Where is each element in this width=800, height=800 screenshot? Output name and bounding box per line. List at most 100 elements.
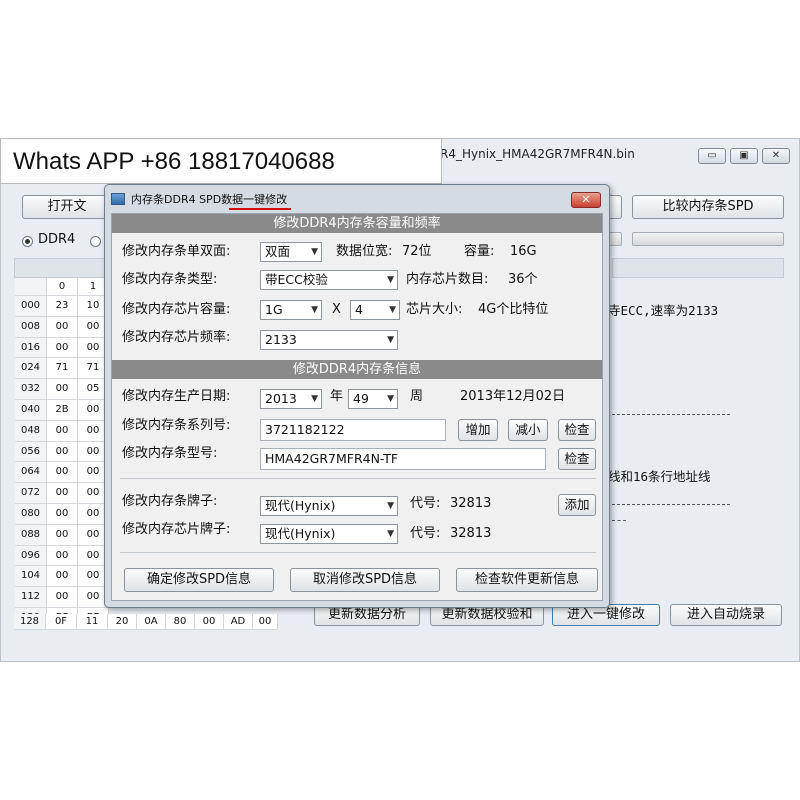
dialog-close-button[interactable]: ✕: [571, 192, 601, 208]
capacity-label: 容量:: [464, 244, 495, 259]
week-select[interactable]: 49 ▼: [348, 389, 398, 409]
window-close-button[interactable]: ✕: [762, 148, 790, 164]
dialog-title: 内存条DDR4 SPD数据一键修改: [131, 193, 288, 206]
contact-overlay: Whats APP +86 18817040688: [0, 138, 442, 184]
grid-row-address: 128: [14, 614, 46, 630]
grid-row-address: 024: [15, 358, 47, 380]
brand-value: 现代(Hynix): [265, 498, 336, 513]
info-header: [612, 258, 784, 278]
dashed-divider: [612, 414, 730, 415]
grid-cell: 00: [47, 545, 78, 567]
rank-value: 双面: [265, 244, 291, 259]
chip-count-value: 36个: [508, 272, 538, 287]
chevron-down-icon: ▼: [387, 394, 394, 404]
rank-select[interactable]: 双面 ▼: [260, 242, 322, 262]
frequency-label: 修改内存芯片频率:: [122, 330, 231, 345]
grid-row-address: 112: [15, 587, 47, 608]
chip-size-label: 芯片大小:: [406, 302, 463, 317]
grid-cell: 0A: [137, 614, 166, 630]
check-update-button[interactable]: 检查软件更新信息: [456, 568, 598, 592]
capacity-value: 16G: [510, 244, 537, 259]
grid-column-header: 0: [47, 278, 78, 296]
chip-brand-code-label: 代号:: [410, 526, 441, 541]
check-model-button[interactable]: 检查: [558, 448, 596, 470]
week-value: 49: [353, 391, 369, 406]
grid-row-address: 000: [15, 296, 47, 317]
chip-brand-value: 现代(Hynix): [265, 526, 336, 541]
dashed-divider: [612, 504, 730, 505]
section-capacity-header: 修改DDR4内存条容量和频率: [112, 214, 602, 233]
add-brand-button[interactable]: 添加: [558, 494, 596, 516]
chip-count-label: 内存芯片数目:: [406, 272, 489, 287]
grid-cell: 2B: [47, 400, 78, 421]
chip-capacity-value: 1G: [265, 302, 283, 317]
maximize-button[interactable]: ▣: [730, 148, 758, 164]
bus-width-value: 72位: [402, 244, 432, 259]
chip-brand-label: 修改内存芯片牌子:: [122, 522, 231, 537]
grid-cell: AD: [224, 614, 253, 630]
grid-toolbar: [14, 258, 108, 278]
minimize-button[interactable]: ▭: [698, 148, 726, 164]
ddr4-label: DDR4: [38, 232, 76, 247]
grid-cell: 00: [47, 483, 78, 504]
chevron-down-icon: ▼: [387, 501, 394, 511]
title-underline-mark: [229, 208, 291, 210]
compare-spd-button[interactable]: 比较内存条SPD: [632, 195, 784, 219]
main-window-title: R4_Hynix_HMA42GR7MFR4N.bin: [440, 147, 635, 161]
date-label: 修改内存生产日期:: [122, 389, 231, 404]
brand-label: 修改内存条牌子:: [122, 494, 218, 509]
model-label: 修改内存条型号:: [122, 446, 218, 461]
serial-label: 修改内存条系列号:: [122, 418, 231, 433]
grid-row-address: 056: [15, 441, 47, 463]
grid-cell: 00: [47, 420, 78, 442]
grid-row-address: 048: [15, 420, 47, 442]
dialog-body: 修改DDR4内存条容量和频率 修改内存条单双面: 双面 ▼ 数据位宽: 72位 容…: [111, 213, 603, 601]
grid-cell: 00: [47, 379, 78, 400]
divider: [120, 552, 596, 553]
open-file-button[interactable]: 打开文: [22, 195, 112, 219]
ddr3-radio[interactable]: [90, 236, 101, 247]
check-serial-button[interactable]: 检查: [558, 419, 596, 441]
confirm-spd-button[interactable]: 确定修改SPD信息: [124, 568, 274, 592]
grid-cell: 11: [77, 614, 108, 630]
chevron-down-icon: ▼: [387, 275, 394, 285]
dashed-divider: [612, 520, 626, 521]
chip-brand-select[interactable]: 现代(Hynix) ▼: [260, 524, 398, 544]
serial-input[interactable]: 3721182122: [260, 419, 446, 441]
grid-cell: 00: [47, 462, 78, 484]
grid-row-address: 080: [15, 504, 47, 525]
brand-code-label: 代号:: [410, 496, 441, 511]
grid-row-address: 088: [15, 524, 47, 546]
brand-select[interactable]: 现代(Hynix) ▼: [260, 496, 398, 516]
spd-modify-dialog: 内存条DDR4 SPD数据一键修改 ✕ 修改DDR4内存条容量和频率 修改内存条…: [104, 184, 610, 608]
grid-row-address: 032: [15, 379, 47, 400]
section-info-header: 修改DDR4内存条信息: [112, 360, 602, 379]
chevron-down-icon: ▼: [311, 305, 318, 315]
chip-capacity-select[interactable]: 1G ▼: [260, 300, 322, 320]
year-select[interactable]: 2013 ▼: [260, 389, 322, 409]
model-input[interactable]: HMA42GR7MFR4N-TF: [260, 448, 546, 470]
grid-cell: 0F: [46, 614, 77, 630]
type-select[interactable]: 带ECC校验 ▼: [260, 270, 398, 290]
year-value: 2013: [265, 391, 297, 406]
chip-brand-code-value: 32813: [450, 526, 492, 541]
ddr4-radio[interactable]: [22, 236, 33, 247]
grid-cell: 00: [47, 441, 78, 463]
decrease-button[interactable]: 减小: [508, 419, 548, 441]
auto-burn-button[interactable]: 进入自动烧录: [670, 604, 782, 626]
grid-cell: 00: [47, 337, 78, 359]
grid-cell: 23: [47, 296, 78, 317]
analysis-text-line: 寺ECC,速率为2133: [608, 303, 719, 318]
grid-cell: 80: [166, 614, 195, 630]
grid-row-address: 064: [15, 462, 47, 484]
grid-cell: 00: [47, 566, 78, 588]
grid-cell: 71: [47, 358, 78, 380]
frequency-select[interactable]: 2133 ▼: [260, 330, 398, 350]
chip-multiplier-select[interactable]: 4 ▼: [350, 300, 400, 320]
increase-button[interactable]: 增加: [458, 419, 498, 441]
divider: [120, 478, 596, 479]
rank-label: 修改内存条单双面:: [122, 244, 231, 259]
cancel-spd-button[interactable]: 取消修改SPD信息: [290, 568, 440, 592]
multiply-sign: X: [332, 302, 341, 317]
grid-row-address: 008: [15, 316, 47, 338]
